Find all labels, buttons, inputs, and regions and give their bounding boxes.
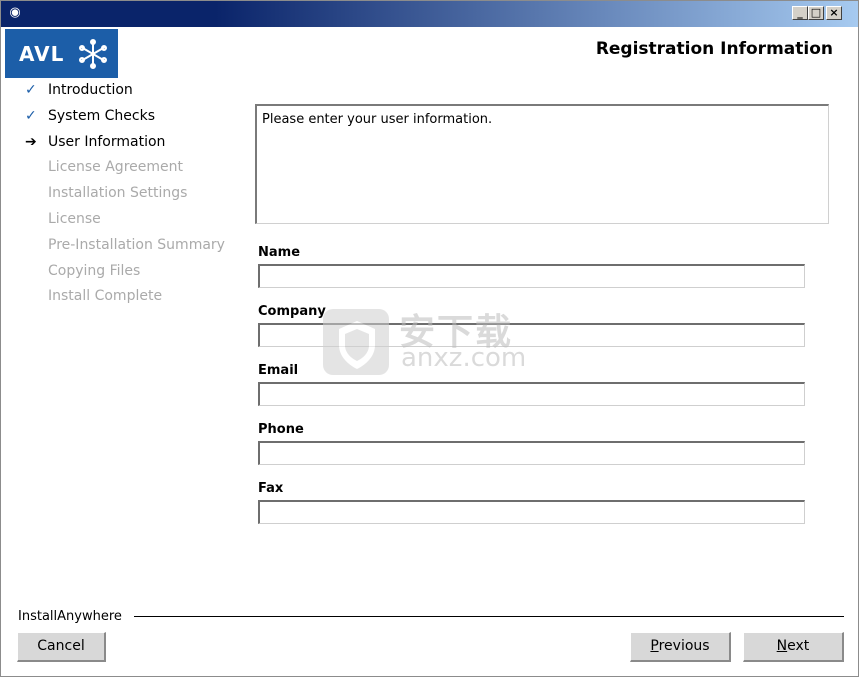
email-label: Email bbox=[258, 363, 299, 378]
previous-button[interactable]: Previous bbox=[630, 632, 731, 662]
close-button[interactable]: × bbox=[826, 6, 842, 20]
step-pre-installation-summary: Pre-Installation Summary bbox=[19, 235, 239, 261]
step-install-complete: Install Complete bbox=[19, 286, 239, 312]
step-license-agreement: License Agreement bbox=[19, 157, 239, 183]
step-label: Introduction bbox=[48, 82, 133, 98]
check-icon: ✓ bbox=[25, 107, 37, 124]
fax-label: Fax bbox=[258, 481, 284, 496]
email-field[interactable] bbox=[258, 382, 805, 406]
check-icon: ✓ bbox=[25, 82, 37, 98]
next-accel: N bbox=[776, 638, 788, 654]
footer-divider bbox=[134, 616, 844, 617]
step-system-checks: ✓ System Checks bbox=[19, 106, 239, 132]
logo-text: AVL bbox=[19, 42, 65, 66]
installer-window: ◉ _ □ × AVL Registration Information ✓ I… bbox=[0, 0, 859, 677]
maximize-button[interactable]: □ bbox=[808, 6, 824, 20]
next-button[interactable]: Next bbox=[743, 632, 844, 662]
installanywhere-label: InstallAnywhere bbox=[18, 609, 122, 624]
shield-icon bbox=[323, 309, 389, 375]
steps-list: ✓ Introduction ✓ System Checks ➔ User In… bbox=[19, 80, 239, 312]
watermark-en-text: anxz.com bbox=[401, 343, 527, 373]
fax-field[interactable] bbox=[258, 500, 805, 524]
avl-logo: AVL bbox=[5, 29, 118, 78]
step-label: User Information bbox=[48, 133, 166, 150]
step-label: Installation Settings bbox=[48, 185, 188, 202]
phone-field[interactable] bbox=[258, 441, 805, 465]
minimize-button[interactable]: _ bbox=[792, 6, 808, 20]
snowflake-icon bbox=[79, 39, 107, 69]
step-license: License bbox=[19, 209, 239, 235]
step-user-information: ➔ User Information bbox=[19, 132, 239, 158]
step-label: License bbox=[48, 210, 101, 227]
instructions-box: Please enter your user information. bbox=[255, 104, 829, 224]
step-label: Copying Files bbox=[48, 262, 141, 279]
step-label: License Agreement bbox=[48, 159, 183, 176]
watermark: 安下载 anxz.com bbox=[321, 299, 541, 379]
name-label: Name bbox=[258, 245, 301, 260]
previous-accel: P bbox=[650, 638, 659, 654]
step-introduction: ✓ Introduction bbox=[19, 80, 239, 106]
step-label: System Checks bbox=[48, 107, 156, 124]
step-label: Pre-Installation Summary bbox=[48, 236, 225, 253]
name-field[interactable] bbox=[258, 264, 805, 288]
page-title: Registration Information bbox=[595, 39, 833, 59]
arrow-right-icon: ➔ bbox=[25, 133, 37, 150]
next-label: ext bbox=[787, 638, 810, 654]
cancel-button[interactable]: Cancel bbox=[17, 632, 106, 662]
step-copying-files: Copying Files bbox=[19, 261, 239, 287]
installer-icon[interactable]: ◉ bbox=[7, 5, 23, 21]
step-label: Install Complete bbox=[48, 288, 163, 305]
title-bar[interactable]: ◉ _ □ × bbox=[1, 1, 858, 27]
step-installation-settings: Installation Settings bbox=[19, 183, 239, 209]
phone-label: Phone bbox=[258, 422, 304, 437]
company-label: Company bbox=[258, 304, 326, 319]
previous-label: revious bbox=[658, 638, 710, 654]
